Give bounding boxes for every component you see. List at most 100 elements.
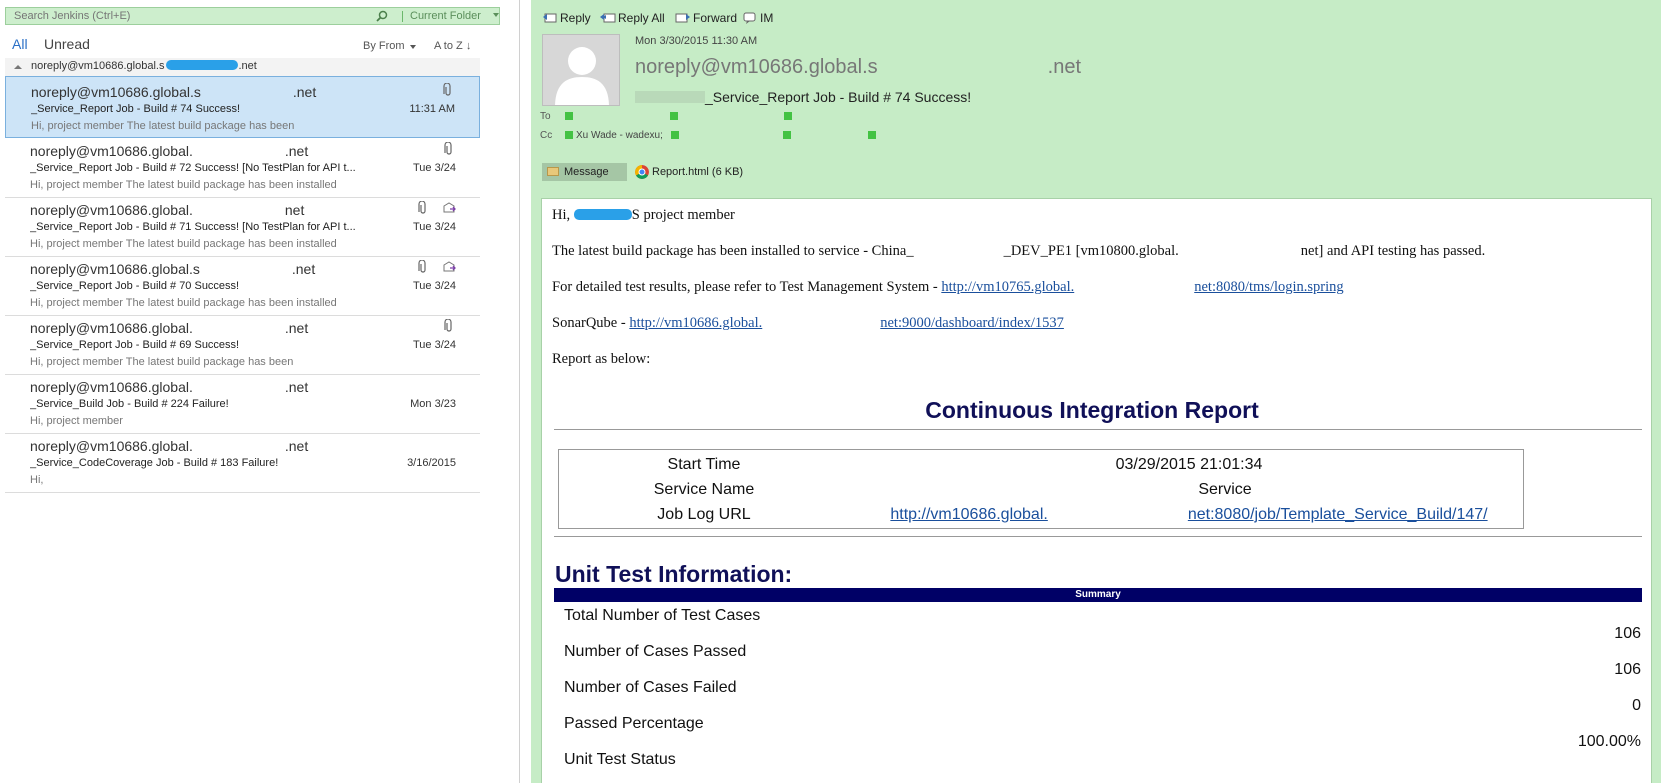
mail-list-item[interactable]: noreply@vm10686.global. .net _Service_Buil… [5,372,480,434]
mail-list-item[interactable]: noreply@vm10686.global. .net _Service_Repo… [5,313,480,375]
mail-sender-address: noreply@vm10686.global.s [31,84,201,100]
mail-sender-tail: net [284,202,305,218]
mail-sender: noreply@vm10686.global. net [30,202,304,218]
reply-label: Reply [560,11,591,25]
to-recipient[interactable] [565,111,672,122]
im-label: IM [760,11,774,25]
mail-preview: Hi, [30,474,44,486]
mail-sender-tail: .net [284,320,309,336]
tms-link[interactable]: http://vm10765.global. net:8080/tms/login… [941,279,1343,295]
mail-preview: Hi, project member The latest build pack… [31,120,295,132]
mail-list-item[interactable]: noreply@vm10686.global. net _Service_Repor… [5,195,480,257]
mail-subject: _Service_Report Job - Build # 69 Success… [30,339,240,351]
im-button[interactable]: IM [742,8,778,28]
start-time-label: Start Time [667,456,741,473]
chevron-down-icon[interactable] [493,13,499,17]
sonarqube-link-start: http://vm10686.global. [629,315,763,331]
sonarqube-link[interactable]: http://vm10686.global. net:9000/dashboard… [629,315,1064,331]
mail-subject: _Service_Report Job - Build # 74 Success… [31,103,241,115]
greeting-suffix: S project member [631,207,735,223]
reply-all-label: Reply All [618,11,665,25]
group-header-address: noreply@vm10686.global.s [31,60,165,72]
job-log-link[interactable]: http://vm10686.global. net:8080/job/Templ… [890,506,1487,523]
search-scope-divider [402,11,403,22]
group-header-label: noreply@vm10686.global.s .net [31,60,257,72]
mail-preview: Hi, project member The latest build pack… [30,179,337,191]
sort-by-dropdown[interactable]: By From [363,40,405,52]
to-recipient[interactable] [670,111,785,122]
install-line-mid: _DEV_PE1 [vm10800.global. [1003,243,1179,259]
mail-sender: noreply@vm10686.global.s .net [30,261,315,277]
reply-all-button[interactable]: Reply All [600,8,668,28]
pane-divider[interactable] [519,0,520,783]
reply-button[interactable]: Reply [542,8,592,28]
install-line: The latest build package has been instal… [552,243,1485,260]
cc-recipient[interactable] [868,130,959,141]
cc-recipient[interactable]: Xu Wade - wadexu; [565,130,663,141]
paperclip-icon [443,83,451,96]
forward-label: Forward [693,11,738,25]
message-tab[interactable]: Message [542,163,627,181]
chevron-down-icon[interactable] [410,45,416,49]
presence-icon [868,131,876,139]
sonarqube-link-end: net:9000/dashboard/index/1537 [880,315,1064,331]
presence-icon [670,112,678,120]
search-input[interactable] [6,8,366,24]
mail-list-item[interactable]: noreply@vm10686.global. .net _Service_Code… [5,431,480,493]
job-log-link-start: http://vm10686.global. [890,506,1048,523]
forwarded-icon [443,261,456,272]
failed-cases-value: 0 [1632,697,1641,714]
attachment-report[interactable]: Report.html (6 KB) [633,163,743,181]
passed-percentage-value: 100.00% [1577,733,1641,750]
mail-date: 11:31 AM [409,103,455,115]
message-from-tail: .net [1047,56,1082,78]
mail-date: Mon 3/23 [410,398,456,410]
mail-sender-address: noreply@vm10686.global.s [30,261,200,277]
message-body: Hi, S project member The latest build pa… [541,198,1652,783]
service-name-value: Service [859,481,1519,499]
sonarqube-label: SonarQube - [552,315,630,331]
message-list-pane: Current Folder All Unread By From A to Z… [0,0,520,783]
sender-avatar[interactable] [542,34,620,106]
filter-all-tab[interactable]: All [12,36,28,52]
message-from[interactable]: noreply@vm10686.global.s .net [635,56,1081,79]
mail-sender-tail: .net [291,261,316,277]
group-header[interactable]: noreply@vm10686.global.s .net [5,58,480,76]
mail-preview: Hi, project member The latest build pack… [30,356,294,368]
forward-button[interactable]: Forward [675,8,737,28]
cc-label: Cc [540,130,553,141]
presence-icon [784,112,792,120]
sort-order-toggle[interactable]: A to Z ↓ [434,40,471,52]
mail-list-item[interactable]: noreply@vm10686.global. .net _Service_Repo… [5,136,480,198]
search-icon[interactable] [376,10,388,22]
forwarded-icon [443,202,456,213]
search-scope-dropdown[interactable]: Current Folder [410,9,481,23]
search-bar: Current Folder [5,7,500,25]
to-recipient[interactable] [784,111,881,122]
failed-cases-label: Number of Cases Failed [564,679,737,696]
mail-sender-tail: .net [284,379,309,395]
mail-sender: noreply@vm10686.global. .net [30,379,308,395]
service-name-text: Service [1198,481,1252,498]
cc-recipient[interactable] [783,130,864,141]
sort-arrow-icon: ↓ [465,40,472,52]
collapse-triangle-icon[interactable] [14,65,22,69]
build-info-table: Start Time 03/29/2015 21:01:34 Service N… [558,449,1524,529]
presence-icon [565,131,573,139]
mail-subject: _Service_Report Job - Build # 71 Success… [30,221,356,233]
report-divider [554,536,1642,537]
mail-list-item[interactable]: noreply@vm10686.global.s .net _Service_Rep… [5,254,480,316]
mail-list-item[interactable]: noreply@vm10686.global.s .net _Service_Rep… [5,76,480,138]
mail-sender-address: noreply@vm10686.global. [30,320,193,336]
attachment-report-label: Report.html (6 KB) [652,166,744,178]
mail-sender: noreply@vm10686.global. .net [30,320,308,336]
install-line-end: net] and API testing has passed. [1300,243,1486,259]
mail-subject: _Service_Report Job - Build # 72 Success… [30,162,356,174]
reply-icon [543,13,557,23]
passed-cases-value: 106 [1614,661,1641,678]
total-cases-value: 106 [1614,625,1641,642]
chrome-icon [635,165,649,179]
filter-unread-tab[interactable]: Unread [44,36,90,52]
cc-recipient[interactable] [671,130,782,141]
install-line-start: The latest build package has been instal… [552,243,914,259]
